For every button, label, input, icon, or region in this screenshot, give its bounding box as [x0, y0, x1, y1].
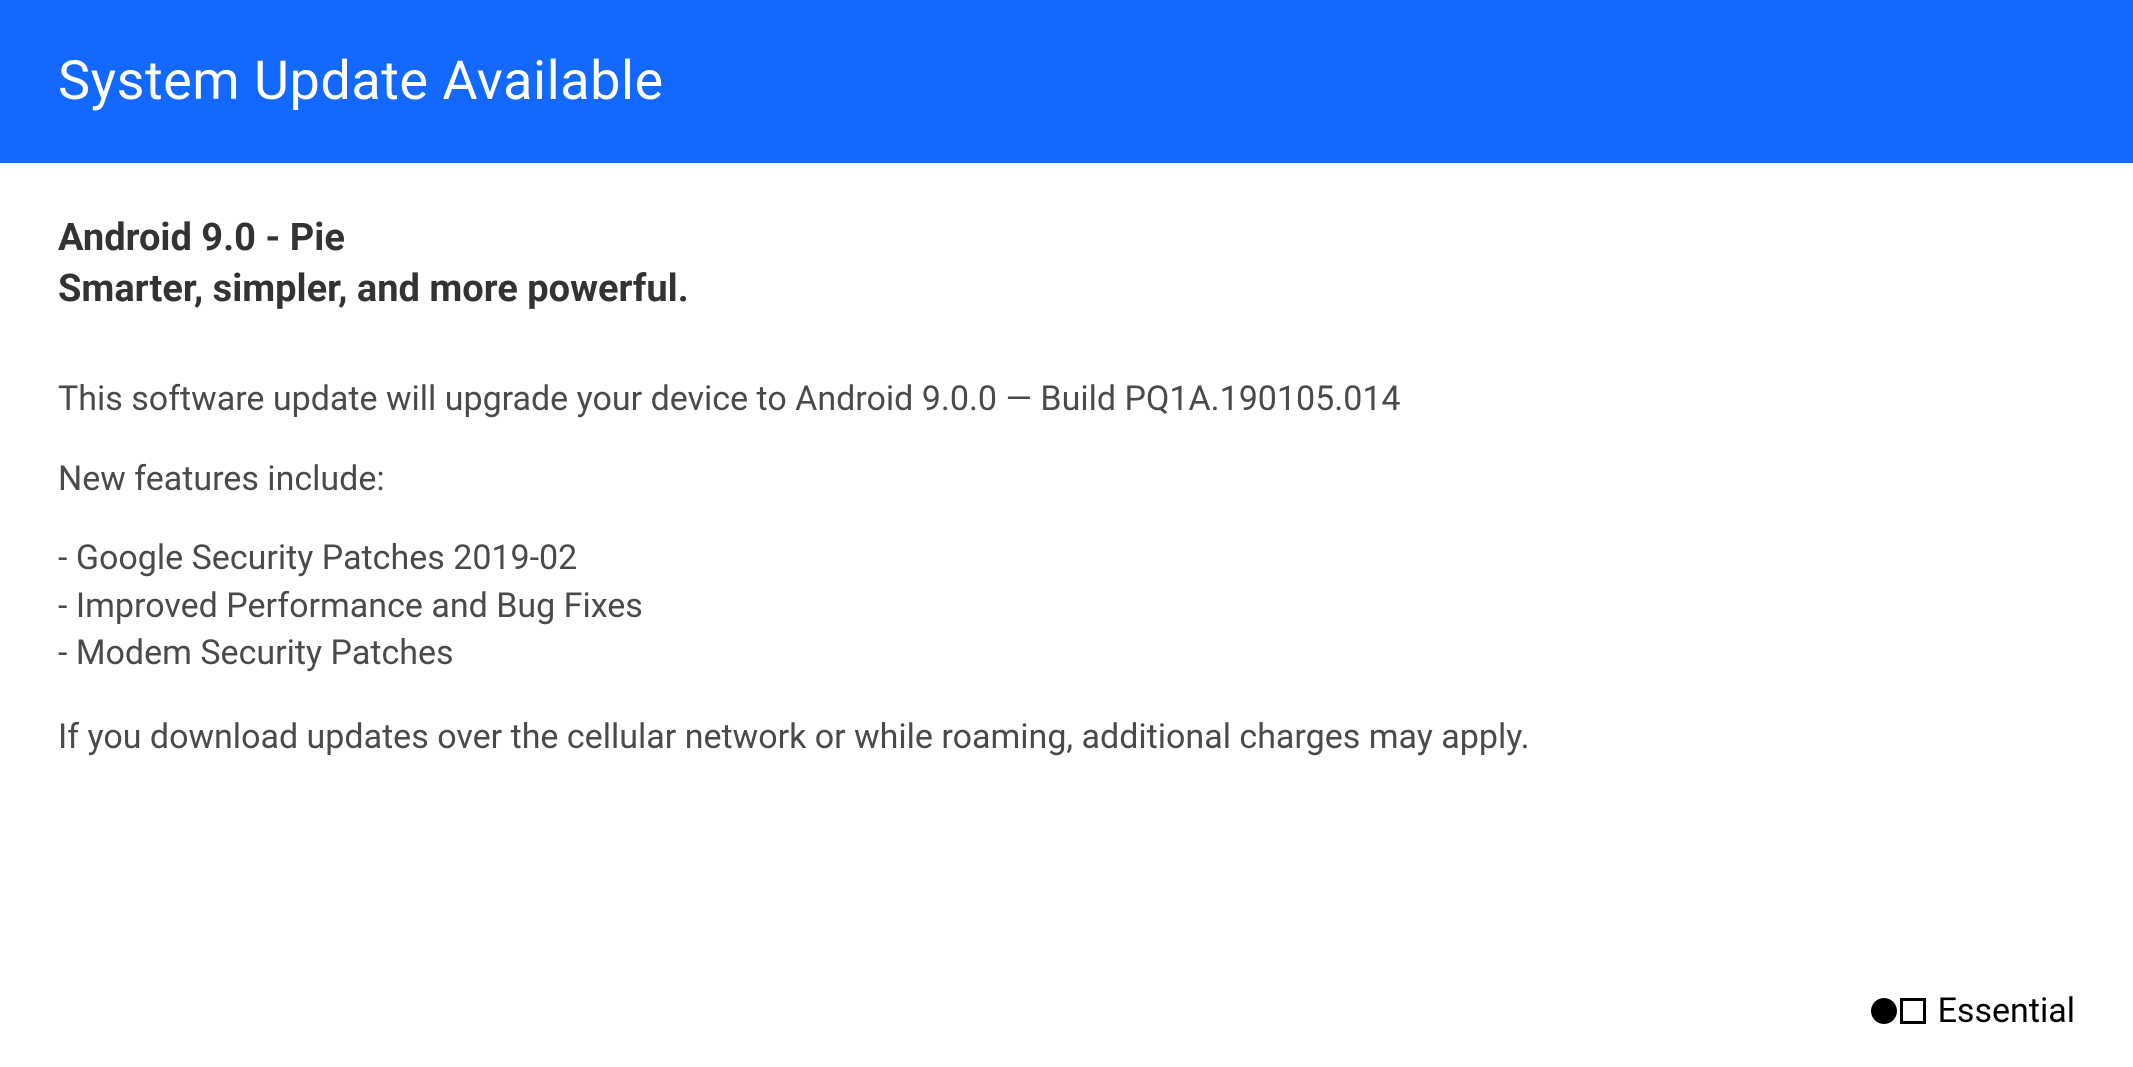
- header-banner: System Update Available: [0, 0, 2133, 163]
- brand-name: Essential: [1938, 991, 2075, 1031]
- subtitle-line-2: Smarter, simpler, and more powerful.: [58, 264, 2075, 315]
- features-label: New features include:: [58, 459, 2075, 499]
- feature-item: Google Security Patches 2019-02: [58, 535, 2075, 583]
- subtitle-line-1: Android 9.0 - Pie: [58, 213, 2075, 264]
- feature-list: Google Security Patches 2019-02 Improved…: [58, 535, 2075, 678]
- logo-square-icon: [1900, 998, 1926, 1024]
- subtitle-block: Android 9.0 - Pie Smarter, simpler, and …: [58, 213, 2075, 316]
- feature-item: Improved Performance and Bug Fixes: [58, 583, 2075, 631]
- feature-item: Modem Security Patches: [58, 630, 2075, 678]
- essential-logo-icon: [1871, 998, 1926, 1024]
- content-area: Android 9.0 - Pie Smarter, simpler, and …: [0, 163, 2133, 762]
- update-description: This software update will upgrade your d…: [58, 376, 2075, 424]
- brand-footer: Essential: [1871, 991, 2075, 1031]
- disclaimer-text: If you download updates over the cellula…: [58, 714, 1758, 762]
- logo-circle-icon: [1871, 998, 1897, 1024]
- page-title: System Update Available: [58, 50, 2075, 113]
